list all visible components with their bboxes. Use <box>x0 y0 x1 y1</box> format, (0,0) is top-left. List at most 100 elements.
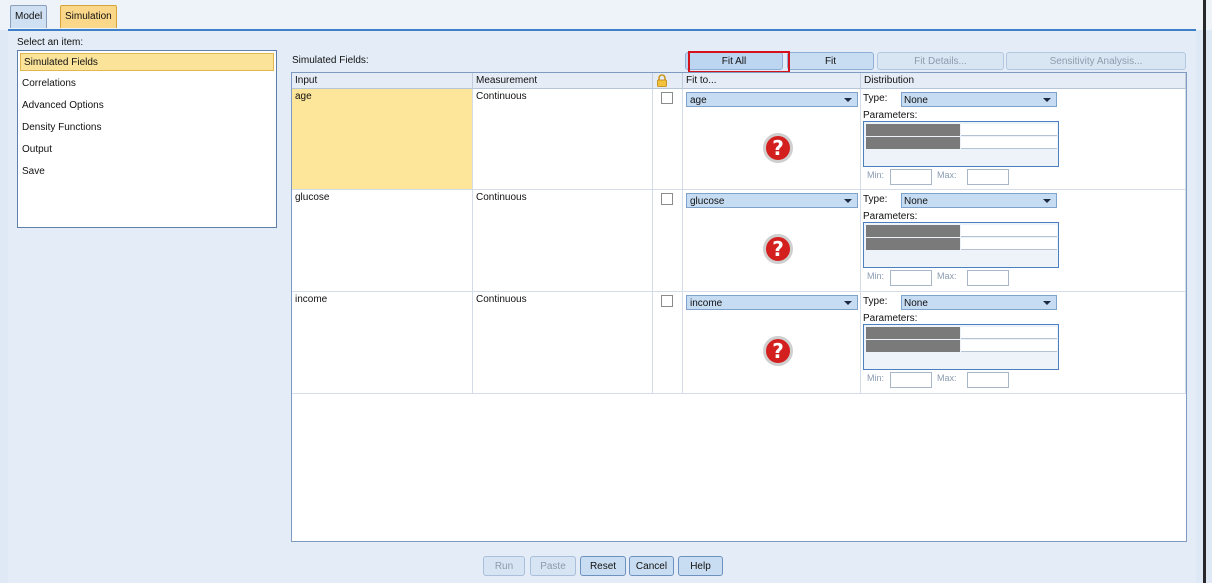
lock-icon <box>657 74 667 87</box>
fit-to-cell: glucose ? <box>683 190 861 291</box>
column-header-measurement[interactable]: Measurement <box>473 73 653 89</box>
question-mark-icon: ? <box>763 234 793 264</box>
table-row[interactable]: age Continuous age ? Type: None Paramete… <box>292 89 1186 190</box>
lock-cell <box>653 89 683 189</box>
fit-to-value: age <box>690 95 707 106</box>
chevron-down-icon <box>844 199 852 203</box>
column-header-fit-to[interactable]: Fit to... <box>683 73 861 89</box>
type-value: None <box>904 196 928 207</box>
distribution-cell: Type: None Parameters: Min: Max: <box>861 190 1186 291</box>
nav-item-correlations[interactable]: Correlations <box>22 75 76 93</box>
paste-button[interactable]: Paste <box>530 556 576 576</box>
type-label: Type: <box>863 93 888 104</box>
fit-to-cell: age ? <box>683 89 861 189</box>
simulated-fields-table: Input Measurement Fit to... Distribution… <box>291 72 1187 542</box>
type-label: Type: <box>863 296 888 307</box>
max-label: Max: <box>937 373 957 383</box>
fit-details-button[interactable]: Fit Details... <box>877 52 1004 70</box>
tab-simulation[interactable]: Simulation <box>60 5 117 28</box>
distribution-type-dropdown[interactable]: None <box>901 295 1057 310</box>
sensitivity-analysis-button[interactable]: Sensitivity Analysis... <box>1006 52 1186 70</box>
fit-to-value: income <box>690 298 723 309</box>
column-header-distribution[interactable]: Distribution <box>861 73 1186 89</box>
param-name-cell <box>866 225 960 237</box>
parameters-label: Parameters: <box>863 211 918 222</box>
fit-to-dropdown[interactable]: income <box>686 295 858 310</box>
simulated-fields-heading: Simulated Fields: <box>292 55 369 66</box>
input-cell[interactable]: income <box>292 292 473 393</box>
nav-item-advanced-options[interactable]: Advanced Options <box>22 97 104 115</box>
chevron-down-icon <box>1043 98 1051 102</box>
column-header-input[interactable]: Input <box>292 73 473 89</box>
max-input[interactable] <box>967 372 1009 388</box>
max-label: Max: <box>937 170 957 180</box>
lock-checkbox[interactable] <box>661 295 673 307</box>
tab-model[interactable]: Model <box>10 5 48 28</box>
chevron-down-icon <box>1043 199 1051 203</box>
input-cell[interactable]: glucose <box>292 190 473 291</box>
measurement-cell[interactable]: Continuous <box>473 292 653 393</box>
nav-item-save[interactable]: Save <box>22 163 45 181</box>
reset-button[interactable]: Reset <box>580 556 626 576</box>
param-value-cell[interactable] <box>961 137 1057 149</box>
help-button[interactable]: Help <box>678 556 723 576</box>
param-name-cell <box>866 327 960 339</box>
fit-button[interactable]: Fit <box>787 52 874 70</box>
param-value-cell[interactable] <box>961 124 1057 136</box>
param-value-cell[interactable] <box>961 327 1057 339</box>
distribution-cell: Type: None Parameters: Min: Max: <box>861 292 1186 393</box>
run-button[interactable]: Run <box>483 556 525 576</box>
input-cell[interactable]: age <box>292 89 473 189</box>
type-value: None <box>904 95 928 106</box>
fit-to-dropdown[interactable]: age <box>686 92 858 107</box>
question-mark-icon: ? <box>763 336 793 366</box>
cancel-button[interactable]: Cancel <box>629 556 674 576</box>
nav-item-output[interactable]: Output <box>22 141 52 159</box>
parameters-table[interactable] <box>863 222 1059 268</box>
lock-checkbox[interactable] <box>661 92 673 104</box>
measurement-cell[interactable]: Continuous <box>473 89 653 189</box>
chevron-down-icon <box>1043 301 1051 305</box>
min-input[interactable] <box>890 270 932 286</box>
tab-bar <box>0 0 1212 30</box>
max-label: Max: <box>937 271 957 281</box>
distribution-type-dropdown[interactable]: None <box>901 92 1057 107</box>
param-value-cell[interactable] <box>961 225 1057 237</box>
measurement-cell[interactable]: Continuous <box>473 190 653 291</box>
param-value-cell[interactable] <box>961 340 1057 352</box>
param-value-cell[interactable] <box>961 238 1057 250</box>
question-mark-icon: ? <box>763 133 793 163</box>
parameters-table[interactable] <box>863 121 1059 167</box>
type-label: Type: <box>863 194 888 205</box>
lock-cell <box>653 292 683 393</box>
min-label: Min: <box>867 271 885 281</box>
min-input[interactable] <box>890 372 932 388</box>
nav-item-simulated-fields[interactable]: Simulated Fields <box>20 53 274 71</box>
min-label: Min: <box>867 373 885 383</box>
min-input[interactable] <box>890 169 932 185</box>
param-name-cell <box>866 124 960 136</box>
table-row[interactable]: glucose Continuous glucose ? Type: None … <box>292 190 1186 292</box>
parameters-table[interactable] <box>863 324 1059 370</box>
param-name-cell <box>866 137 960 149</box>
nav-item-density-functions[interactable]: Density Functions <box>22 119 101 137</box>
distribution-type-dropdown[interactable]: None <box>901 193 1057 208</box>
chevron-down-icon <box>844 301 852 305</box>
window-edge <box>1203 0 1206 583</box>
column-header-lock[interactable] <box>653 73 683 89</box>
lock-cell <box>653 190 683 291</box>
nav-heading: Select an item: <box>17 37 84 48</box>
chevron-down-icon <box>844 98 852 102</box>
max-input[interactable] <box>967 169 1009 185</box>
param-name-cell <box>866 340 960 352</box>
distribution-cell: Type: None Parameters: Min: Max: <box>861 89 1186 189</box>
item-list: Simulated Fields Correlations Advanced O… <box>17 50 277 228</box>
type-value: None <box>904 298 928 309</box>
table-row[interactable]: income Continuous income ? Type: None Pa… <box>292 292 1186 394</box>
fit-all-highlight-box <box>688 51 790 73</box>
parameters-label: Parameters: <box>863 313 918 324</box>
min-label: Min: <box>867 170 885 180</box>
lock-checkbox[interactable] <box>661 193 673 205</box>
max-input[interactable] <box>967 270 1009 286</box>
fit-to-dropdown[interactable]: glucose <box>686 193 858 208</box>
